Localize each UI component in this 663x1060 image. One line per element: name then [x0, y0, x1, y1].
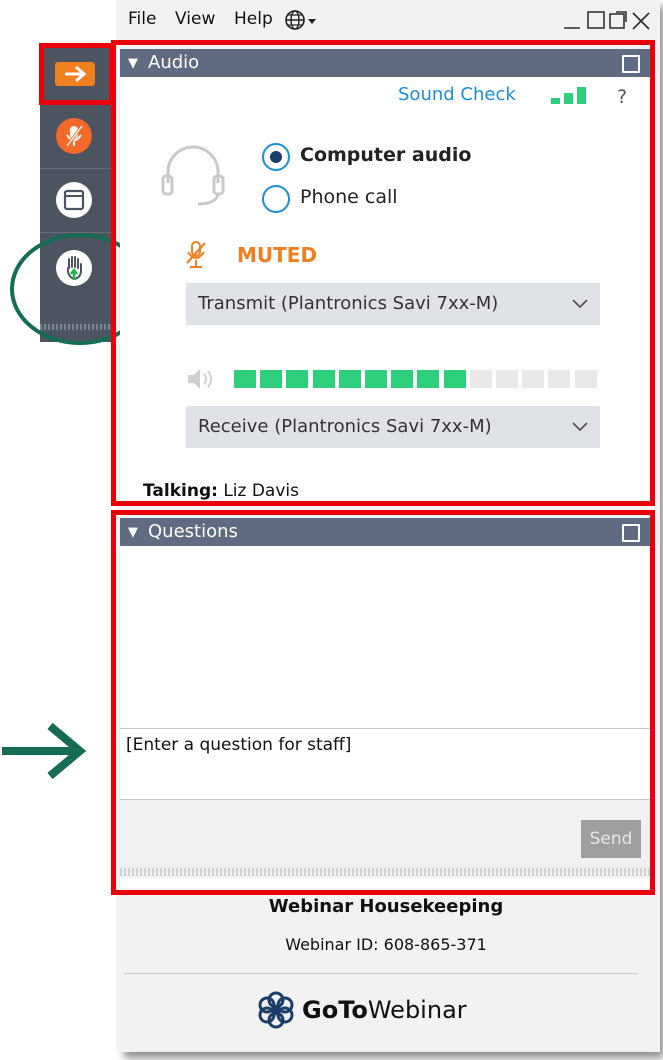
language-menu[interactable] [284, 8, 324, 32]
brand-webinar: Webinar [367, 996, 467, 1024]
webinar-id: Webinar ID: 608-865-371 [285, 935, 487, 954]
window-icon[interactable] [56, 182, 92, 218]
gotowebinar-logo: GoTo Webinar [256, 990, 467, 1030]
menu-help[interactable]: Help [234, 9, 273, 29]
chevron-down-icon [308, 19, 316, 24]
menu-view[interactable]: View [175, 9, 215, 29]
highlight-questions-panel [111, 510, 655, 895]
highlight-audio-panel [111, 40, 655, 506]
popout-window-button[interactable] [608, 10, 628, 30]
minimize-button[interactable] [562, 8, 582, 30]
flower-logo-icon [258, 991, 294, 1029]
close-button[interactable] [630, 10, 652, 32]
dock-tile-mic[interactable] [40, 102, 112, 169]
globe-icon [285, 10, 316, 30]
arrow-right-icon [2, 722, 87, 780]
maximize-button[interactable] [586, 10, 606, 30]
brand-goto: GoTo [302, 996, 368, 1024]
dock-tile-screen[interactable] [40, 168, 112, 233]
highlight-collapse-arrow [39, 43, 114, 105]
microphone-muted-icon[interactable] [56, 118, 92, 154]
webinar-title: Webinar Housekeeping [268, 896, 504, 917]
menu-file[interactable]: File [128, 9, 156, 29]
divider [124, 973, 638, 974]
